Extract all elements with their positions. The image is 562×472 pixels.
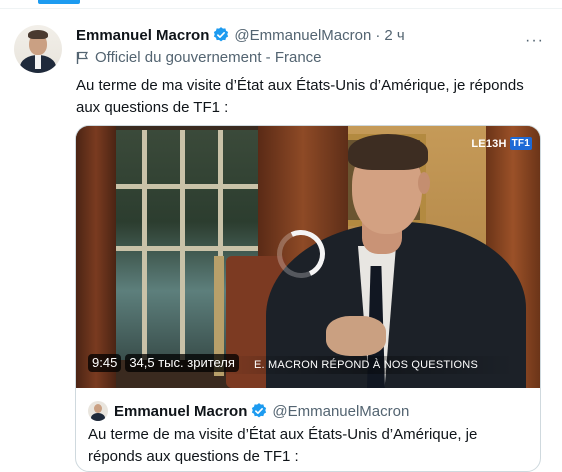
government-label-text: Officiel du gouvernement - France <box>95 49 322 66</box>
quoted-tweet[interactable]: Emmanuel Macron @EmmanuelMacron Au terme… <box>88 400 528 468</box>
channel-logo: LE13H TF1 <box>471 137 532 150</box>
author-name[interactable]: Emmanuel Macron <box>76 27 209 44</box>
quoted-avatar <box>88 401 108 421</box>
tweet-text: Au terme de ma visite d’État aux États-U… <box>76 77 524 116</box>
separator-dot: · <box>375 26 381 44</box>
video-duration: 9:45 <box>88 354 122 372</box>
author-avatar[interactable] <box>14 25 62 73</box>
video-meta: 9:45 34,5 тыс. зрителя <box>88 354 239 372</box>
flag-icon <box>76 51 88 64</box>
author-handle[interactable]: @EmmanuelMacron <box>234 27 371 44</box>
quoted-text: Au terme de ma visite d’État aux États-U… <box>88 426 478 465</box>
tweet[interactable]: Emmanuel Macron @EmmanuelMacron · 2 ч ··… <box>0 9 562 472</box>
tweet-header: Emmanuel Macron @EmmanuelMacron · 2 ч <box>76 24 546 46</box>
more-icon[interactable]: ··· <box>525 32 544 50</box>
government-label: Officiel du gouvernement - France <box>76 49 322 66</box>
channel-logo-prefix: LE13H <box>471 137 507 150</box>
channel-logo-brand: TF1 <box>509 137 532 150</box>
media-card[interactable]: LE13H TF1 E. MACRON RÉPOND À NOS QUESTIO… <box>75 125 541 472</box>
quoted-author-name: Emmanuel Macron <box>114 402 248 420</box>
video-player[interactable]: LE13H TF1 E. MACRON RÉPOND À NOS QUESTIO… <box>76 126 540 388</box>
tweet-time[interactable]: 2 ч <box>384 27 404 44</box>
video-caption: E. MACRON RÉPOND À NOS QUESTIONS <box>216 356 516 374</box>
quoted-header: Emmanuel Macron @EmmanuelMacron <box>88 400 528 422</box>
verified-badge-icon <box>214 27 229 42</box>
quoted-author-handle: @EmmanuelMacron <box>272 402 410 420</box>
video-views: 34,5 тыс. зрителя <box>125 354 239 372</box>
verified-badge-icon <box>252 403 267 418</box>
top-accent-bar <box>38 0 80 4</box>
